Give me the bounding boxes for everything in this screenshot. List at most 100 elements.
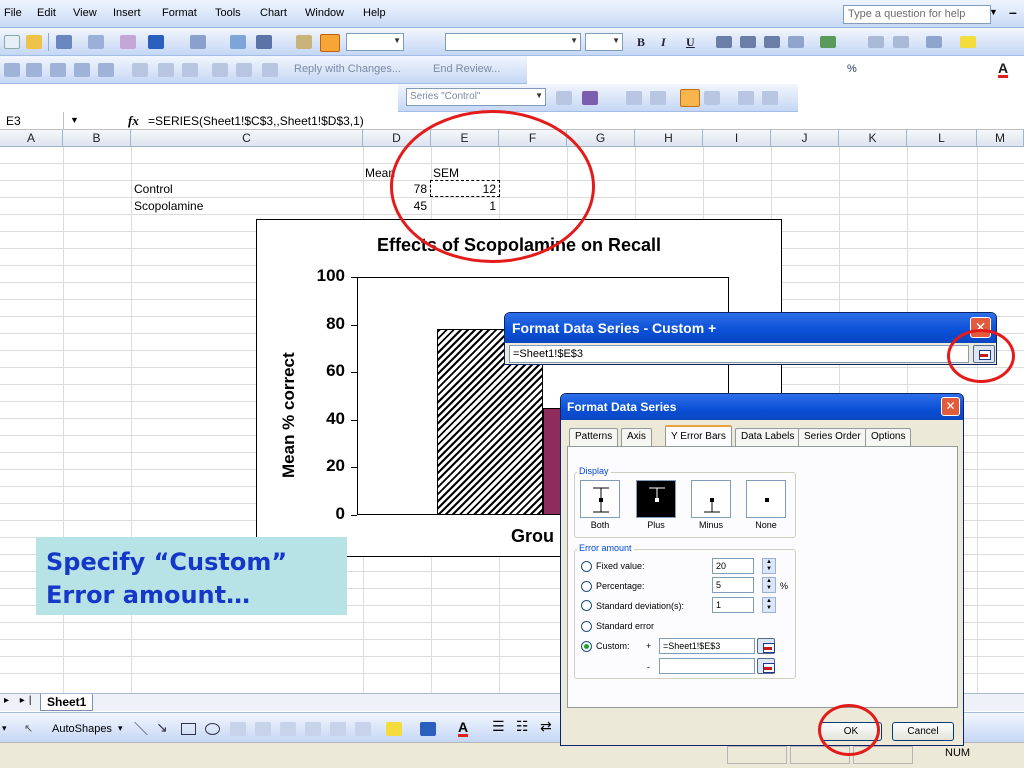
line-color-icon[interactable] bbox=[420, 722, 436, 736]
chart-type-icon[interactable] bbox=[582, 91, 598, 105]
merge-center-icon[interactable] bbox=[788, 36, 804, 48]
tab-series-order[interactable]: Series Order bbox=[798, 428, 867, 446]
name-box-dropdown-icon[interactable]: ▼ bbox=[70, 115, 79, 125]
ask-dropdown-icon[interactable]: ▼ bbox=[989, 7, 998, 17]
arrow-icon[interactable]: ↘ bbox=[156, 719, 168, 736]
review-icon-4[interactable] bbox=[74, 63, 90, 77]
display-none-option[interactable] bbox=[746, 480, 786, 518]
draw-font-color-icon[interactable]: A bbox=[458, 720, 469, 737]
percentage-spinner[interactable]: ▲ ▼ bbox=[762, 577, 776, 593]
review-icon-5[interactable] bbox=[98, 63, 114, 77]
review-icon-8[interactable] bbox=[182, 63, 198, 77]
open-icon[interactable] bbox=[26, 35, 42, 49]
collapsed-range-dialog[interactable]: Format Data Series - Custom + ✕ =Sheet1!… bbox=[504, 312, 997, 365]
column-header-a[interactable]: A bbox=[0, 130, 63, 147]
menu-edit[interactable]: Edit bbox=[37, 7, 56, 19]
percentage-radio[interactable] bbox=[581, 581, 592, 592]
cell-control-label[interactable]: Control bbox=[134, 182, 173, 196]
column-header-j[interactable]: J bbox=[771, 130, 839, 147]
font-color-icon[interactable]: A bbox=[998, 61, 1009, 78]
custom-label[interactable]: Custom: bbox=[596, 641, 630, 651]
stdev-input[interactable]: 1 bbox=[712, 597, 754, 613]
end-review-button[interactable]: End Review... bbox=[433, 63, 500, 75]
menu-view[interactable]: View bbox=[73, 7, 97, 19]
dash-style-icon[interactable]: ☷ bbox=[516, 718, 529, 735]
draw-menu-arrow-icon[interactable]: ▾ bbox=[2, 723, 7, 734]
menu-tools[interactable]: Tools bbox=[215, 7, 241, 19]
standard-error-radio[interactable] bbox=[581, 621, 592, 632]
autosum-icon[interactable] bbox=[256, 35, 272, 49]
align-right-icon[interactable] bbox=[764, 36, 780, 48]
legend-icon[interactable] bbox=[626, 91, 642, 105]
percent-icon[interactable]: % bbox=[847, 63, 857, 75]
arrow-style-icon[interactable]: ⇄ bbox=[540, 718, 552, 735]
review-icon-9[interactable] bbox=[212, 63, 228, 77]
display-minus-option[interactable] bbox=[691, 480, 731, 518]
column-header-h[interactable]: H bbox=[635, 130, 703, 147]
review-icon-3[interactable] bbox=[50, 63, 66, 77]
borders-icon[interactable] bbox=[926, 36, 942, 48]
display-both-option[interactable] bbox=[580, 480, 620, 518]
format-series-icon[interactable] bbox=[556, 91, 572, 105]
tab-options[interactable]: Options bbox=[865, 428, 912, 446]
menu-insert[interactable]: Insert bbox=[113, 7, 141, 19]
italic-icon[interactable]: I bbox=[661, 35, 666, 50]
diagram-icon[interactable] bbox=[280, 722, 296, 736]
clipart-icon[interactable] bbox=[305, 722, 321, 736]
line-icon[interactable]: ＼ bbox=[134, 719, 148, 739]
autoshapes-menu[interactable]: AutoShapes bbox=[52, 723, 112, 735]
edit-picture-icon[interactable] bbox=[355, 722, 371, 736]
fill-color-icon[interactable] bbox=[960, 36, 976, 48]
custom-radio[interactable] bbox=[581, 641, 592, 652]
font-size-combo[interactable]: ▼ bbox=[585, 33, 623, 51]
fixed-value-spinner[interactable]: ▲ ▼ bbox=[762, 558, 776, 574]
percentage-input[interactable]: 5 bbox=[712, 577, 754, 593]
stdev-label[interactable]: Standard deviation(s): bbox=[596, 601, 684, 611]
fixed-value-input[interactable]: 20 bbox=[712, 558, 754, 574]
y-axis-label[interactable]: Mean % correct bbox=[279, 352, 299, 478]
autoshapes-dropdown-icon[interactable]: ▾ bbox=[118, 723, 123, 734]
chart-objects-combo[interactable]: Series "Control" ▼ bbox=[406, 88, 546, 106]
redo-icon[interactable] bbox=[190, 35, 206, 49]
hyperlink-icon[interactable] bbox=[230, 35, 246, 49]
dialog-close-icon[interactable]: ✕ bbox=[941, 397, 960, 416]
tab-y-error-bars[interactable]: Y Error Bars bbox=[665, 425, 732, 447]
column-header-k[interactable]: K bbox=[839, 130, 907, 147]
sheet-nav-arrows-icon[interactable]: ▸ ▸| bbox=[4, 695, 35, 706]
review-icon-1[interactable] bbox=[4, 63, 20, 77]
review-icon-11[interactable] bbox=[262, 63, 278, 77]
custom-plus-input[interactable]: =Sheet1!$E$3 bbox=[659, 638, 755, 654]
formula-input[interactable]: =SERIES(Sheet1!$C$3,,Sheet1!$D$3,1) bbox=[148, 114, 364, 128]
sheet-tab-sheet1[interactable]: Sheet1 bbox=[40, 694, 94, 711]
tab-axis[interactable]: Axis bbox=[621, 428, 652, 446]
minimize-icon[interactable]: – bbox=[1009, 4, 1017, 20]
custom-minus-ref-icon[interactable] bbox=[757, 658, 775, 674]
line-style-icon[interactable]: ☰ bbox=[492, 718, 505, 735]
custom-minus-input[interactable] bbox=[659, 658, 755, 674]
angle-down-icon[interactable] bbox=[738, 91, 754, 105]
rectangle-icon[interactable] bbox=[181, 723, 196, 735]
menu-file[interactable]: File bbox=[4, 7, 22, 19]
column-header-l[interactable]: L bbox=[907, 130, 977, 147]
column-header-b[interactable]: B bbox=[63, 130, 131, 147]
textbox-icon[interactable] bbox=[230, 722, 246, 736]
select-pointer-icon[interactable]: ↖ bbox=[24, 722, 33, 735]
stdev-radio[interactable] bbox=[581, 600, 592, 611]
new-icon[interactable] bbox=[4, 35, 20, 49]
draw-fill-color-icon[interactable] bbox=[386, 722, 402, 736]
underline-icon[interactable]: U bbox=[686, 35, 695, 50]
fixed-value-label[interactable]: Fixed value: bbox=[596, 561, 645, 571]
review-icon-6[interactable] bbox=[132, 63, 148, 77]
display-plus-option[interactable] bbox=[636, 480, 676, 518]
stdev-spinner[interactable]: ▲ ▼ bbox=[762, 597, 776, 613]
align-left-icon[interactable] bbox=[716, 36, 732, 48]
zoom-combo[interactable]: ▼ bbox=[346, 33, 404, 51]
collapsed-range-input[interactable]: =Sheet1!$E$3 bbox=[509, 345, 969, 363]
decrease-decimal-icon[interactable] bbox=[893, 36, 909, 48]
currency-icon[interactable] bbox=[820, 36, 836, 48]
by-row-icon[interactable] bbox=[680, 89, 700, 107]
custom-plus-ref-icon[interactable] bbox=[757, 638, 775, 654]
align-center-icon[interactable] bbox=[740, 36, 756, 48]
angle-up-icon[interactable] bbox=[762, 91, 778, 105]
menu-window[interactable]: Window bbox=[305, 7, 344, 19]
